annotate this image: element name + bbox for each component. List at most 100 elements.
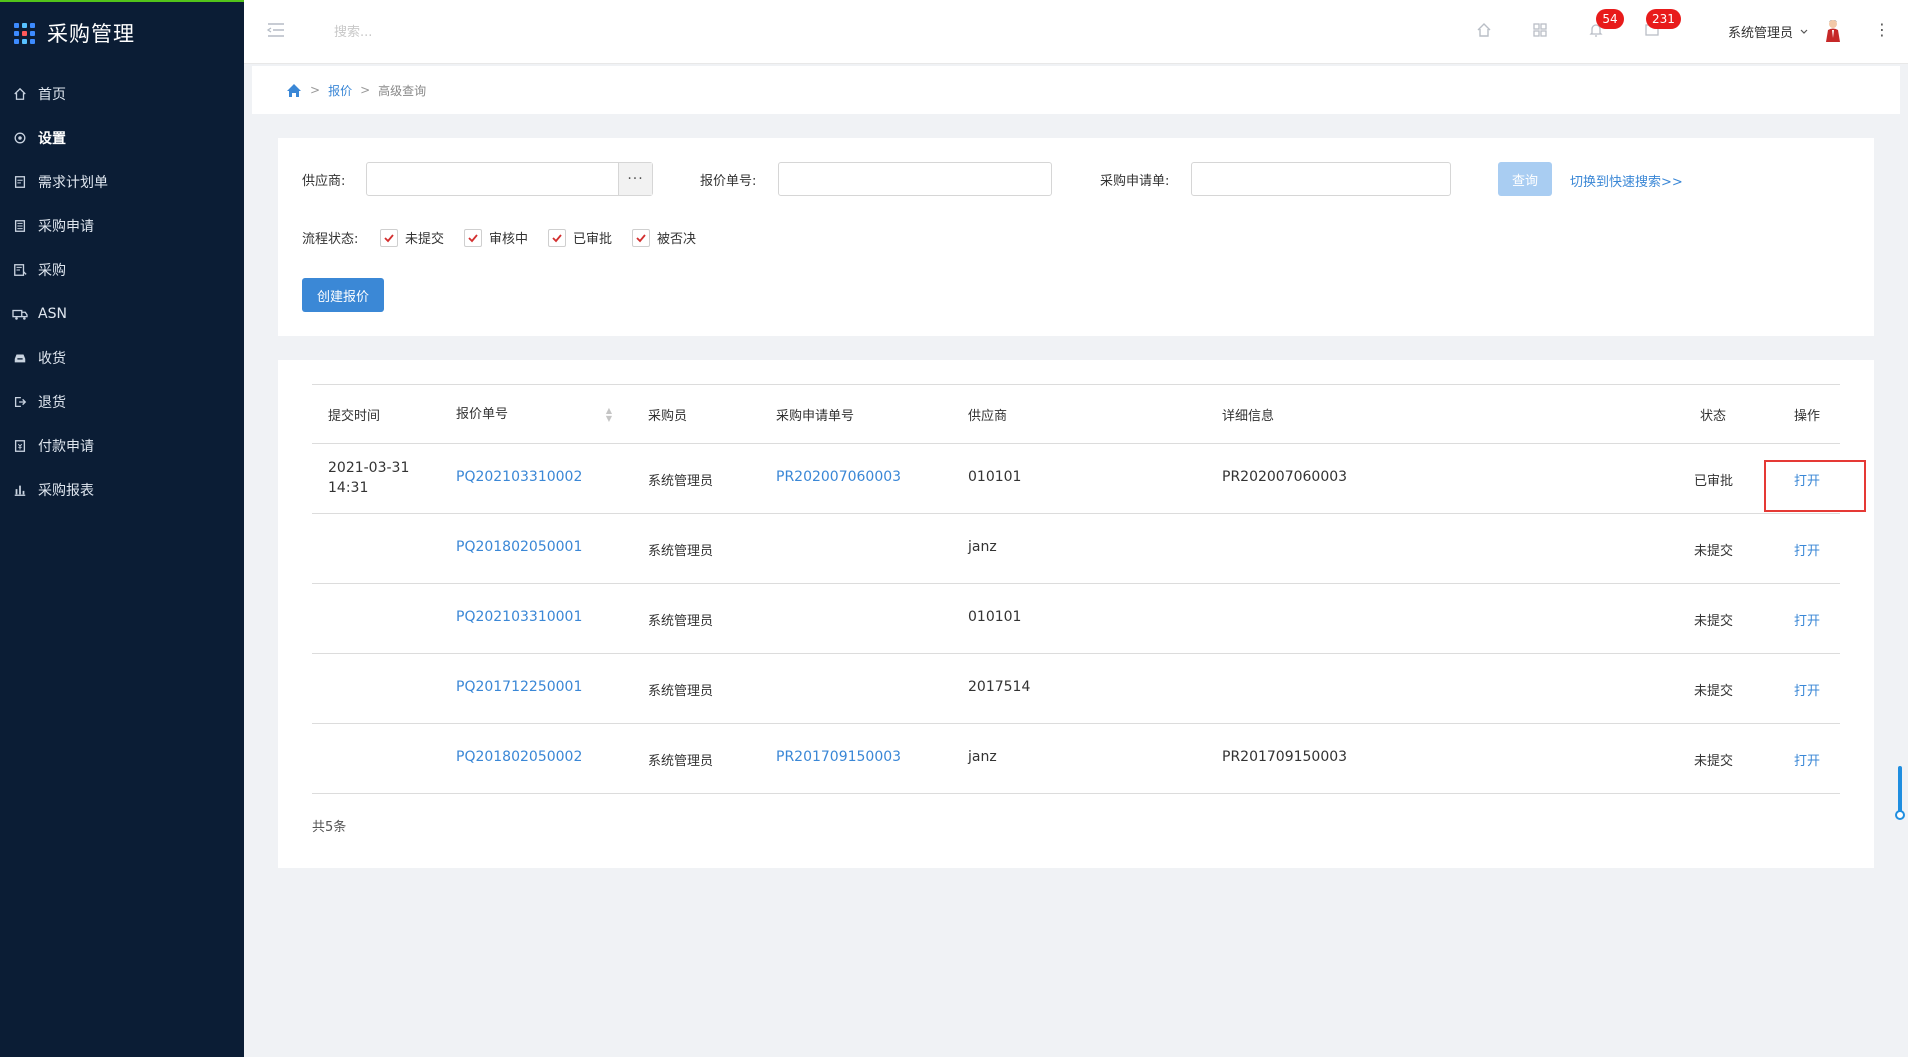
column-header[interactable]: 报价单号 [456, 403, 508, 422]
purchase-request-field[interactable] [1191, 162, 1451, 196]
breadcrumb-current: 高级查询 [378, 83, 427, 98]
notification-badge: 54 [1596, 9, 1624, 29]
quote-no-link[interactable]: PQ201712250001 [456, 679, 582, 695]
table-header: 提交时间 报价单号 ▲ ▼ 采购员 采购申请单号 供应商 详细信息 状态 操作 [312, 384, 1840, 444]
apps-grid-icon[interactable] [1530, 20, 1550, 40]
pr-no-link[interactable]: PR202007060003 [776, 469, 901, 485]
sidebar-item-label: 收货 [38, 351, 66, 367]
sidebar-item-label: ASN [38, 306, 67, 322]
sidebar-item-purchase-request[interactable]: 采购申请 [0, 204, 244, 248]
table-row: PQ202103310001 系统管理员 010101 未提交 打开 [312, 584, 1840, 654]
open-link[interactable]: 打开 [1794, 680, 1820, 699]
query-button[interactable]: 查询 [1498, 162, 1552, 196]
sidebar-item-demand-plan[interactable]: 需求计划单 [0, 160, 244, 204]
menu-collapse-icon[interactable] [266, 20, 286, 40]
table-row: PQ201802050001 系统管理员 janz 未提交 打开 [312, 514, 1840, 584]
chart-icon [12, 482, 28, 498]
scrollbar-knob[interactable] [1895, 810, 1905, 820]
chevron-down-icon [1800, 29, 1808, 34]
status: 未提交 [1694, 684, 1734, 699]
checkbox-checked-icon [380, 228, 398, 247]
inbox-icon [12, 350, 28, 366]
sidebar-item-label: 首页 [38, 87, 66, 103]
checkbox-label: 被否决 [657, 232, 697, 247]
status-checkbox-reviewing[interactable]: 审核中 [464, 228, 528, 247]
open-link[interactable]: 打开 [1794, 610, 1820, 629]
status: 已审批 [1694, 474, 1734, 489]
avatar[interactable] [1824, 18, 1842, 44]
status-checkbox-rejected[interactable]: 被否决 [632, 228, 696, 247]
home-icon[interactable] [286, 83, 302, 98]
status-checkbox-unsubmitted[interactable]: 未提交 [380, 228, 444, 247]
app-title: 采购管理 [47, 22, 135, 46]
status: 未提交 [1694, 754, 1734, 769]
status-checkbox-approved[interactable]: 已审批 [548, 228, 612, 247]
quote-no-link[interactable]: PQ202103310001 [456, 609, 582, 625]
submit-time: 14:31 [328, 480, 369, 496]
breadcrumb: > 报价 > 高级查询 [252, 66, 1900, 114]
open-link[interactable]: 打开 [1794, 540, 1820, 559]
checkbox-label: 审核中 [489, 232, 529, 247]
column-header: 操作 [1794, 409, 1821, 424]
table-row: 2021-03-31 14:31 PQ202103310002 系统管理员 PR… [312, 444, 1840, 514]
sidebar-menu: 首页 设置 需求计划单 采购申请 采购 ASN 收货 退货 付款申请 采购报表 [0, 72, 244, 512]
sidebar-item-receiving[interactable]: 收货 [0, 336, 244, 380]
buyer: 系统管理员 [648, 684, 714, 699]
sidebar-item-label: 采购 [38, 263, 66, 279]
pr-no-link[interactable]: PR201709150003 [776, 749, 901, 765]
sidebar-item-asn[interactable]: ASN [0, 292, 244, 336]
supplier: janz [968, 749, 997, 765]
payment-icon [12, 438, 28, 454]
doc-icon [12, 174, 28, 190]
switch-quick-search-link[interactable]: 切换到快速搜索>> [1570, 171, 1683, 190]
filter-panel: 供应商: ··· 报价单号: 采购申请单: 查询 切换到快速搜索>> 流程状态:… [278, 138, 1874, 336]
column-header: 状态 [1700, 409, 1727, 424]
sidebar-item-reports[interactable]: 采购报表 [0, 468, 244, 512]
supplier-picker-button[interactable]: ··· [618, 163, 652, 195]
home-icon[interactable] [1474, 20, 1494, 40]
return-icon [12, 394, 28, 410]
purchase-request-label: 采购申请单: [1100, 174, 1170, 189]
brand[interactable]: 采购管理 [0, 2, 244, 64]
quote-no-link[interactable]: PQ202103310002 [456, 469, 582, 485]
supplier-field[interactable]: ··· [366, 162, 653, 196]
quote-no-label: 报价单号: [700, 174, 757, 189]
column-header: 提交时间 [328, 409, 381, 424]
checkbox-label: 已审批 [573, 232, 613, 247]
sort-icon[interactable]: ▲ ▼ [604, 407, 614, 425]
status: 未提交 [1694, 614, 1734, 629]
checkbox-label: 未提交 [405, 232, 445, 247]
buyer: 系统管理员 [648, 474, 714, 489]
sidebar-item-return[interactable]: 退货 [0, 380, 244, 424]
more-options-icon[interactable]: ⋮ [1874, 20, 1890, 40]
buyer: 系统管理员 [648, 614, 714, 629]
sidebar-item-label: 付款申请 [38, 439, 94, 455]
checkbox-checked-icon [548, 228, 566, 247]
quote-no-link[interactable]: PQ201802050001 [456, 539, 582, 555]
column-header: 供应商 [968, 409, 1008, 424]
user-menu[interactable]: 系统管理员 [1728, 22, 1809, 41]
sidebar-item-label: 设置 [38, 131, 66, 147]
supplier: 010101 [968, 469, 1022, 485]
sidebar-item-purchase[interactable]: 采购 [0, 248, 244, 292]
buyer: 系统管理员 [648, 544, 714, 559]
form-icon [12, 218, 28, 234]
quote-no-link[interactable]: PQ201802050002 [456, 749, 582, 765]
breadcrumb-quote-link[interactable]: 报价 [328, 82, 352, 99]
sidebar-item-label: 需求计划单 [38, 175, 108, 191]
sidebar-item-settings[interactable]: 设置 [0, 116, 244, 160]
highlight-box [1764, 460, 1866, 512]
open-link[interactable]: 打开 [1794, 750, 1820, 769]
supplier: 010101 [968, 609, 1022, 625]
supplier-label: 供应商: [302, 174, 346, 189]
detail: PR202007060003 [1222, 469, 1348, 485]
supplier: 2017514 [968, 679, 1031, 695]
sidebar-item-label: 退货 [38, 395, 66, 411]
sidebar-item-label: 采购申请 [38, 219, 94, 235]
sidebar-item-payment-request[interactable]: 付款申请 [0, 424, 244, 468]
search-input[interactable] [334, 20, 554, 44]
create-quote-button[interactable]: 创建报价 [302, 278, 384, 312]
sidebar-item-home[interactable]: 首页 [0, 72, 244, 116]
quote-no-field[interactable] [778, 162, 1052, 196]
sidebar-item-label: 采购报表 [38, 483, 94, 499]
